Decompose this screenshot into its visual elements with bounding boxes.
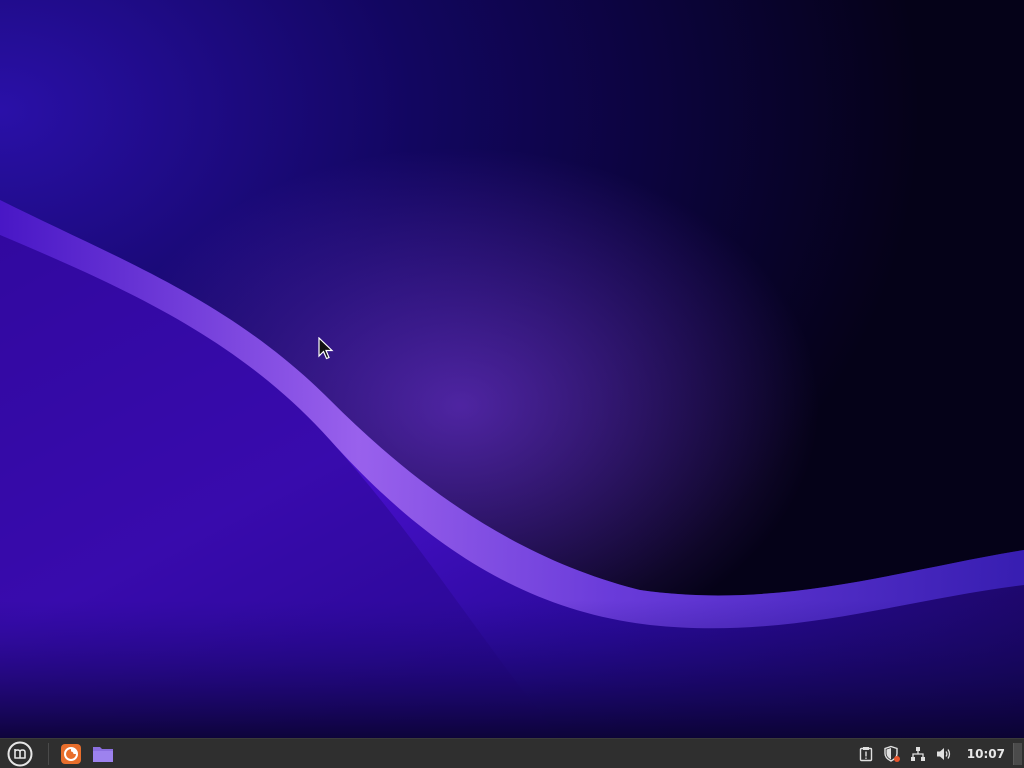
- firefox-launcher[interactable]: [57, 740, 85, 768]
- desktop[interactable]: [0, 0, 1024, 738]
- wallpaper: [0, 0, 1024, 738]
- panel-separator: [48, 742, 49, 765]
- mouse-pointer-icon: [318, 337, 334, 360]
- clipboard-alert-icon: [859, 746, 872, 761]
- network-icon: [910, 746, 925, 761]
- folder-icon: [93, 746, 113, 762]
- panel-clock[interactable]: 10:07: [957, 747, 1013, 761]
- linux-mint-logo-icon: [7, 741, 33, 766]
- start-menu-button[interactable]: [0, 739, 40, 768]
- volume-icon: [936, 747, 950, 760]
- system-tray: 10:07: [853, 739, 1024, 768]
- firefox-icon: [61, 743, 81, 764]
- taskbar-panel: 10:07: [0, 738, 1024, 768]
- update-manager-tray-button[interactable]: [880, 742, 904, 766]
- volume-tray-button[interactable]: [932, 742, 956, 766]
- network-tray-button[interactable]: [906, 742, 930, 766]
- show-desktop-button[interactable]: [1013, 742, 1022, 765]
- update-manager-shield-icon: [884, 745, 900, 762]
- file-manager-launcher[interactable]: [89, 740, 117, 768]
- clipboard-alert-tray-button[interactable]: [854, 742, 878, 766]
